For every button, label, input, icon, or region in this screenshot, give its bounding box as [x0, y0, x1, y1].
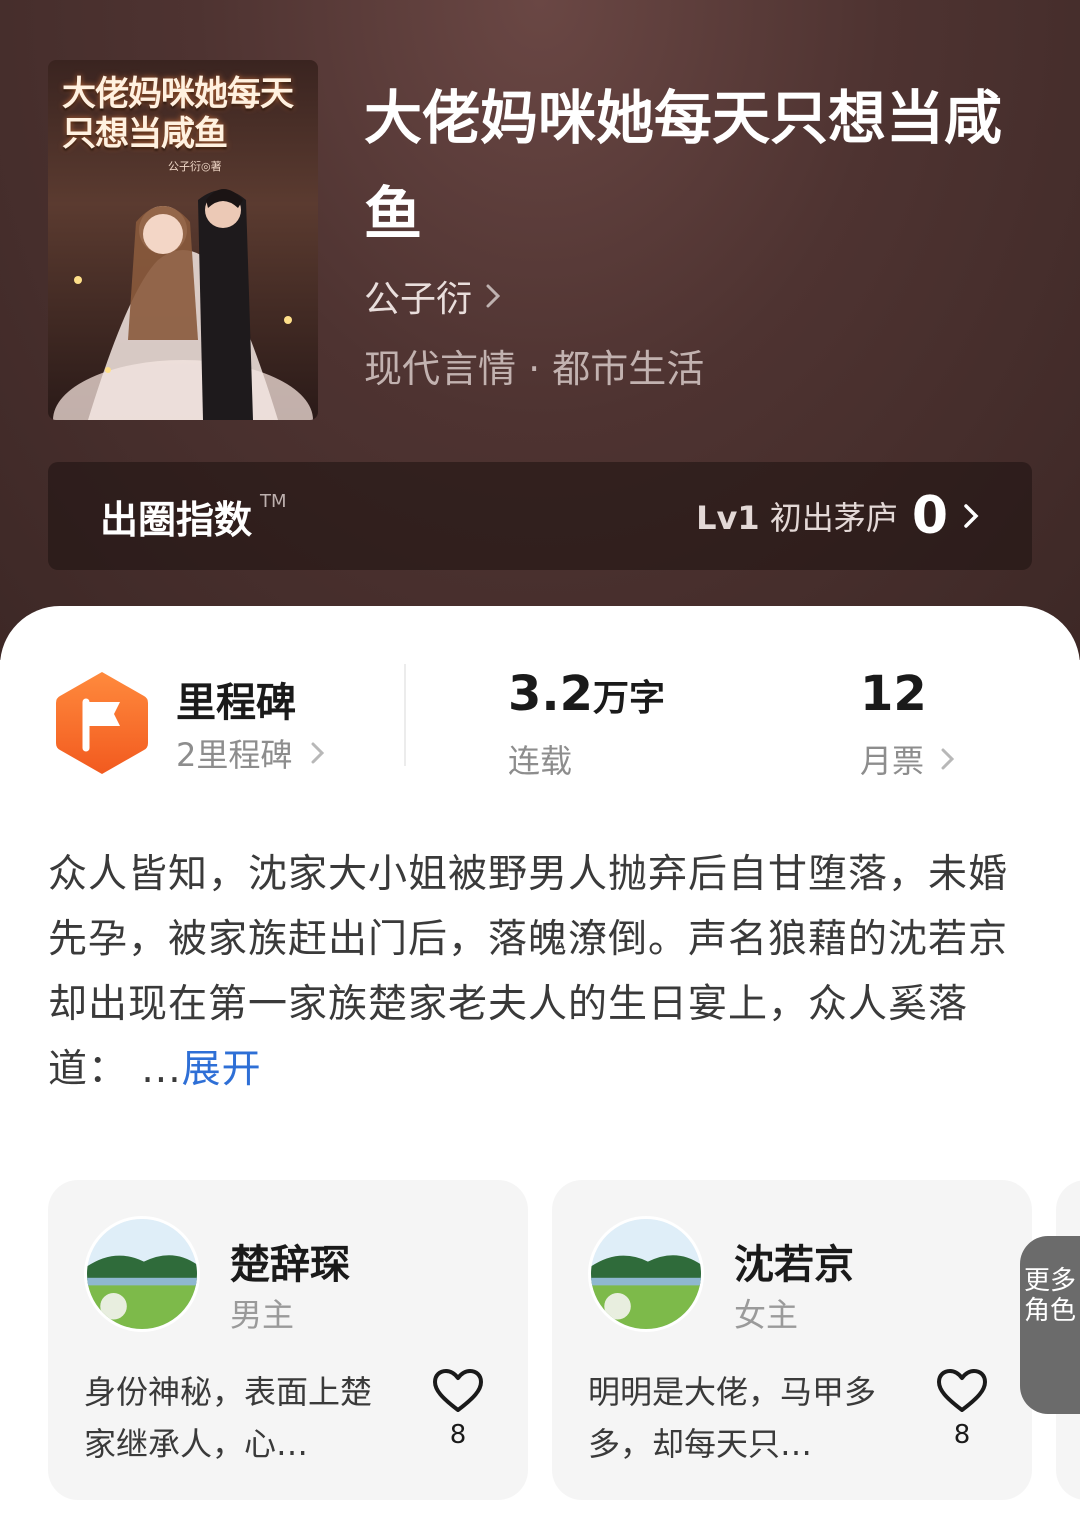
popularity-index-label: 出圈指数 TM [100, 489, 287, 544]
popularity-level: Lv1 初出茅庐 [696, 493, 898, 539]
popularity-score: 0 [911, 486, 948, 546]
character-description: 身份神秘，表面上楚家继承人，心… [84, 1373, 373, 1463]
chevron-right-icon [964, 504, 979, 528]
character-role: 男主 [230, 1296, 295, 1334]
trademark-mark: TM [260, 490, 287, 512]
character-avatar [588, 1216, 704, 1332]
popularity-index-value: Lv1 初出茅庐 0 [696, 486, 980, 546]
chevron-right-icon [486, 284, 501, 308]
serial-status: 连载 [508, 742, 573, 780]
character-card[interactable]: 楚辞琛 男主 身份神秘，表面上楚家继承人，心… 8 [48, 1180, 528, 1500]
character-role: 女主 [734, 1296, 799, 1334]
word-count-value: 3.2 [508, 666, 594, 722]
character-description: 明明是大佬，马甲多多，却每天只… [588, 1373, 877, 1463]
cover-title-text: 大佬妈咪她每天只想当咸鱼 [62, 74, 294, 154]
like-button[interactable]: 8 [932, 1368, 992, 1450]
milestone-title[interactable]: 里程碑 [176, 670, 296, 728]
like-count: 8 [449, 1420, 467, 1450]
chevron-right-icon [311, 742, 325, 764]
word-count: 3.2万字 [508, 666, 665, 722]
popularity-index-title: 出圈指数 [100, 497, 253, 542]
level-name: 初出茅庐 [769, 499, 898, 537]
milestone-link[interactable]: 2里程碑 [176, 730, 326, 776]
chevron-right-icon [941, 748, 955, 770]
author-link[interactable]: 公子衍 [364, 268, 502, 324]
like-count: 8 [953, 1420, 971, 1450]
cover-illustration [53, 189, 313, 420]
book-cover[interactable]: 大佬妈咪她每天只想当咸鱼 公子衍◎著 [48, 60, 318, 420]
book-title: 大佬妈咪她每天只想当咸鱼 [364, 84, 1003, 248]
stats-divider [404, 664, 406, 766]
word-count-unit: 万字 [593, 678, 666, 719]
heart-icon [433, 1369, 483, 1412]
character-card[interactable]: 沈若京 女主 明明是大佬，马甲多多，却每天只… 8 [552, 1180, 1032, 1500]
expand-link[interactable]: 展开 [182, 1047, 262, 1092]
flag-icon[interactable] [52, 668, 152, 778]
book-genre: 现代言情 · 都市生活 [364, 347, 705, 391]
character-name: 楚辞琛 [230, 1242, 350, 1288]
monthly-votes-label: 月票 [860, 742, 925, 780]
monthly-votes-link[interactable]: 月票 [860, 736, 956, 782]
level-code: Lv1 [696, 499, 760, 537]
character-avatar [84, 1216, 200, 1332]
popularity-index-bar[interactable]: 出圈指数 TM Lv1 初出茅庐 0 [48, 462, 1032, 570]
more-roles-button[interactable]: 更多角色 [1020, 1236, 1080, 1414]
book-synopsis[interactable]: 众人皆知，沈家大小姐被野男人抛弃后自甘堕落，未婚先孕，被家族赶出门后，落魄潦倒。… [48, 842, 1008, 1102]
heart-icon [937, 1369, 987, 1412]
like-button[interactable]: 8 [428, 1368, 488, 1450]
monthly-votes-value[interactable]: 12 [860, 666, 927, 722]
author-name: 公子衍 [364, 279, 473, 320]
character-name: 沈若京 [734, 1242, 854, 1288]
milestone-count: 2里程碑 [176, 736, 293, 774]
book-header: 大佬妈咪她每天只想当咸鱼 公子衍◎著 大佬妈咪她每天只想当咸鱼 公子衍 现代言情… [0, 0, 1080, 660]
synopsis-ellipsis: ... [128, 1047, 182, 1092]
